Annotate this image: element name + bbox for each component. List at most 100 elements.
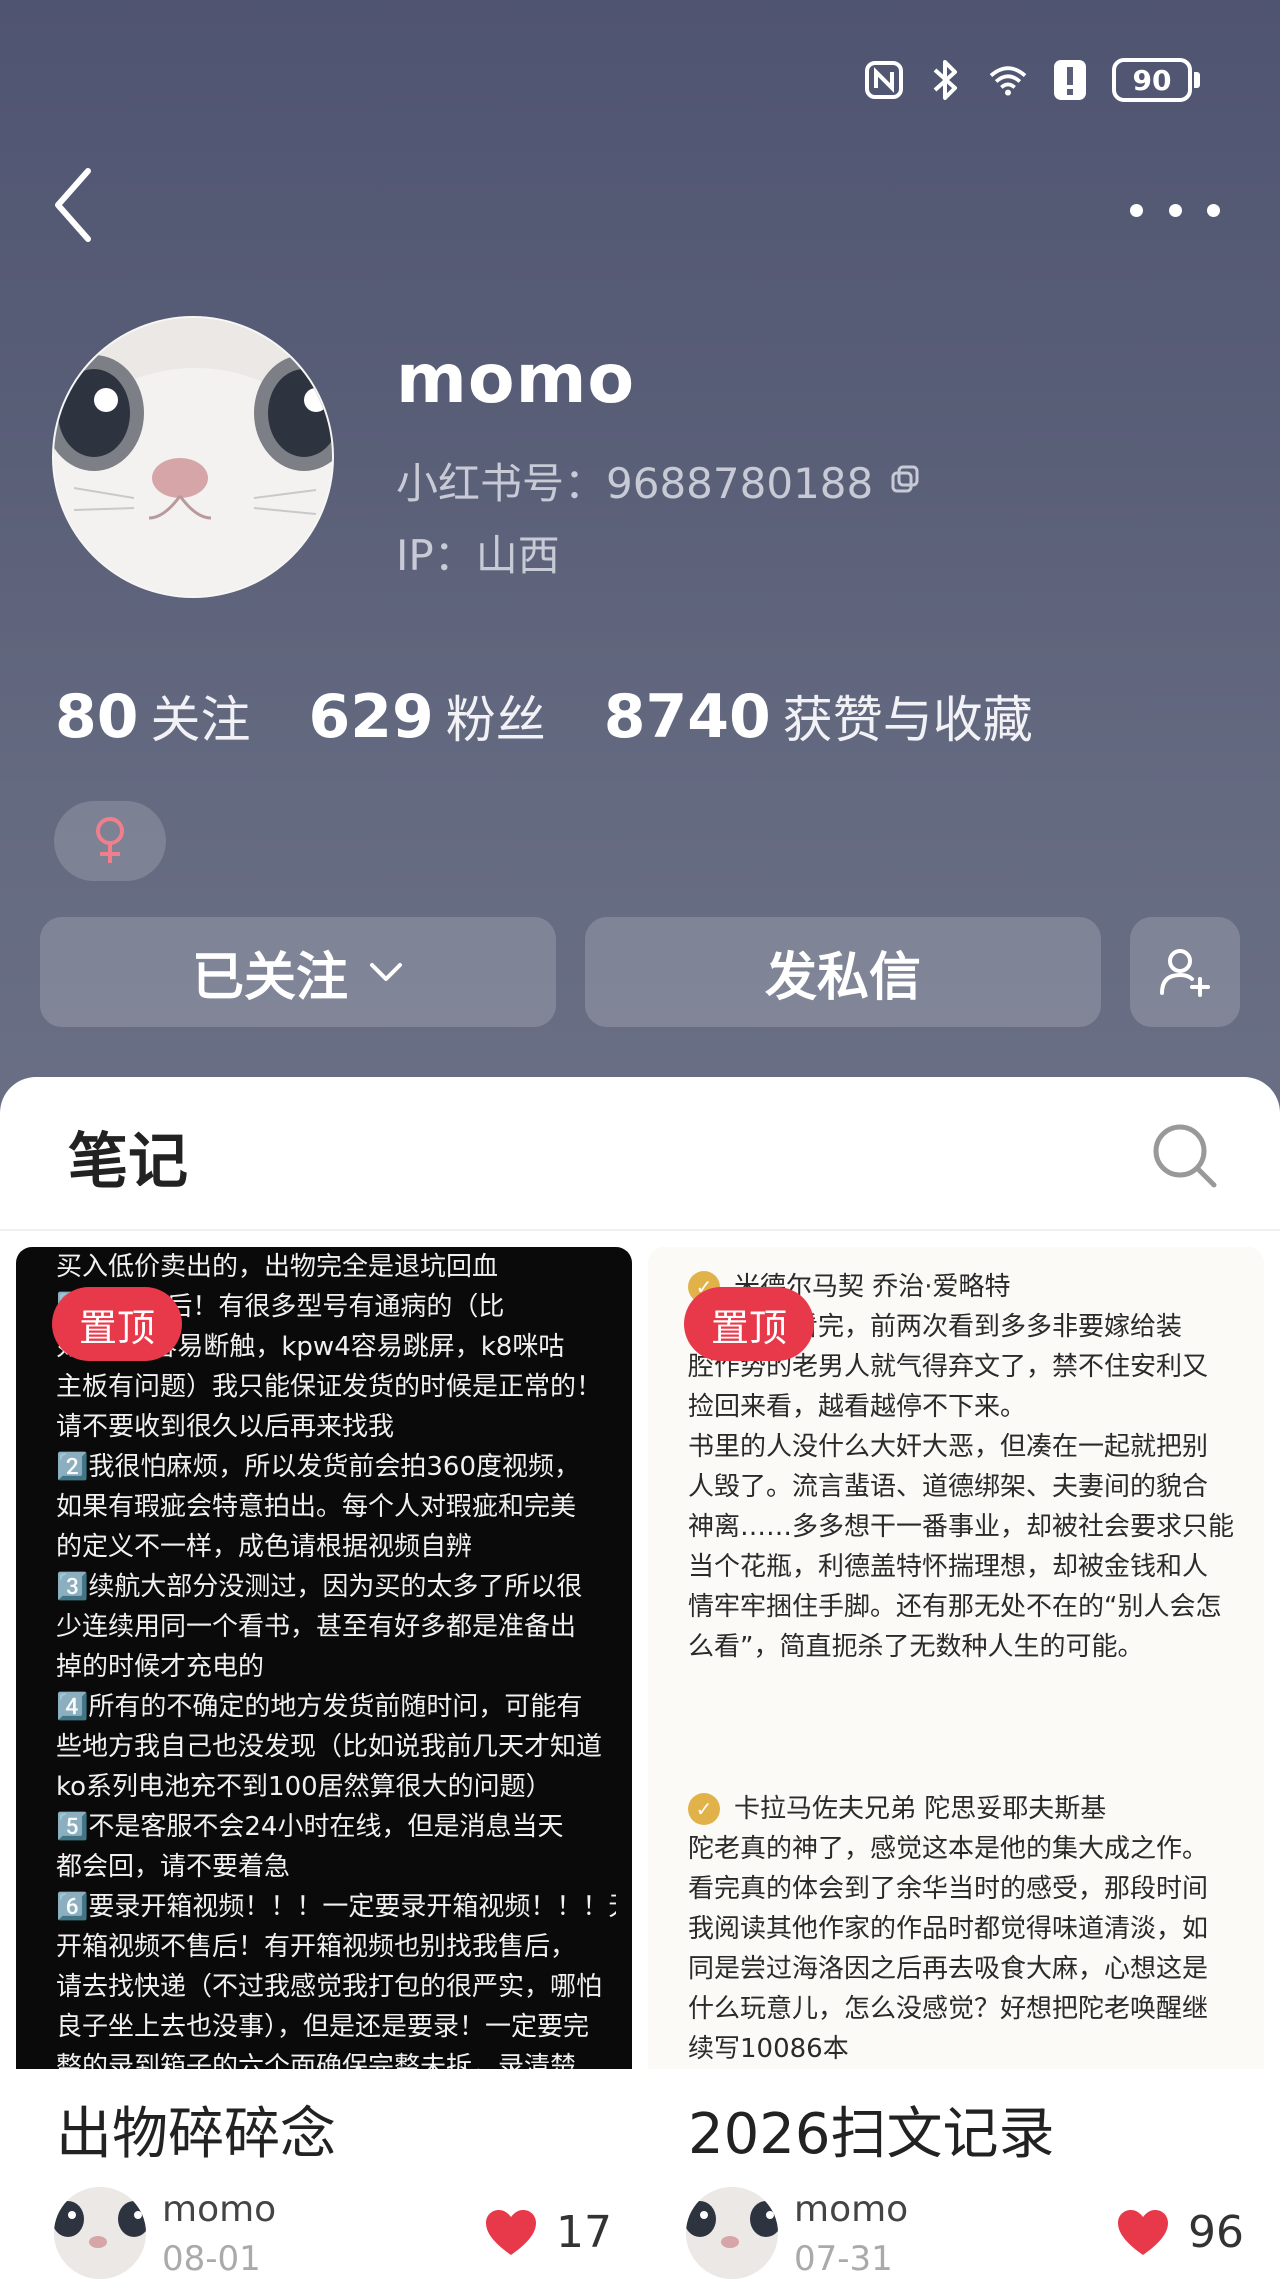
back-button[interactable] <box>50 165 110 245</box>
note-title: 2026扫文记录 <box>688 2102 1055 2167</box>
cover-text-line: 看完真的体会到了余华当时的感受，那段时间 <box>688 1874 1209 1904</box>
ip-location-row: IP：山西 <box>396 522 560 583</box>
cover-text-line: 续写10086本 <box>688 2034 849 2064</box>
cover-text-line: 主板有问题）我只能保证发货的时候是正常的！ <box>56 1372 603 1402</box>
note-date: 08-01 <box>162 2239 261 2279</box>
author-name: momo <box>162 2189 277 2230</box>
cover-text-line: 些地方我自己也没发现（比如说我前几天才知道 <box>56 1732 603 1762</box>
ip-label: IP： <box>396 531 476 580</box>
cover-text-line: 5️⃣不是客服不会24小时在线，但是消息当天 <box>56 1812 564 1842</box>
cover-text-line: 买入低价卖出的，出物完全是退坑回血 <box>56 1252 499 1282</box>
cover-text-line: 良子坐上去也没事），但是还是要录！一定要完 <box>56 2012 590 2042</box>
cover-text-line: 都会回，请不要着急 <box>56 1852 291 1882</box>
stat-following[interactable]: 80 关注 <box>55 680 251 752</box>
pinned-badge: 置顶 <box>52 1287 182 1361</box>
cover-text-line: 整的录到箱子的六个面确保完整未拆，录清楚 <box>56 2052 577 2069</box>
notes-sheet: 笔记 买入低价卖出的，出物完全是退坑回血 1️⃣不无售后！有很多型号有通病的（比如… <box>0 1077 1280 2284</box>
heart-icon <box>486 2209 536 2255</box>
redbook-id-label: 小红书号： <box>396 459 607 508</box>
like-count: 17 <box>556 2207 612 2258</box>
chevron-down-icon <box>370 963 402 981</box>
bluetooth-icon <box>926 60 966 100</box>
stat-followers[interactable]: 629 粉丝 <box>309 680 546 752</box>
note-card[interactable]: 买入低价卖出的，出物完全是退坑回血 1️⃣不无售后！有很多型号有通病的（比 如kpw… <box>16 1247 632 2284</box>
like-button[interactable]: 17 <box>484 2207 612 2258</box>
like-count: 96 <box>1188 2207 1244 2258</box>
battery-level: 90 <box>1112 58 1192 102</box>
note-card[interactable]: ✓ 米德尔马契 乔治·爱略特 第三次才看完，前两次看到多多非要嫁给装 腔作势的老男… <box>648 1247 1264 2284</box>
followers-count: 629 <box>308 682 434 752</box>
profile-username: momo <box>396 340 636 419</box>
cover-text-line: 人毁了。流言蜚语、道德绑架、夫妻间的貌合 <box>688 1472 1209 1502</box>
alert-icon <box>1050 60 1090 100</box>
cover-text-line: 情牢牢捆住手脚。还有那无处不在的“别人会怎 <box>688 1592 1222 1622</box>
more-dot-icon <box>1168 203 1182 217</box>
redbook-id-value: 9688780188 <box>606 459 874 508</box>
send-message-label: 发私信 <box>764 947 921 1008</box>
author-avatar[interactable] <box>686 2187 778 2279</box>
note-author-row: momo 08-01 17 <box>40 2187 620 2284</box>
note-cover[interactable]: 买入低价卖出的，出物完全是退坑回血 1️⃣不无售后！有很多型号有通病的（比 如kpw… <box>16 1247 632 2069</box>
following-label: 关注 <box>150 691 251 749</box>
following-button[interactable]: 已关注 <box>40 917 556 1027</box>
status-bar: 90 <box>864 50 1200 110</box>
cover-text-line: 4️⃣所有的不确定的地方发货前随时问，可能有 <box>56 1692 583 1722</box>
note-author-row: momo 07-31 96 <box>672 2187 1252 2284</box>
likes-collects-count: 8740 <box>603 682 771 752</box>
likes-collects-label: 获赞与收藏 <box>782 691 1033 749</box>
more-options-button[interactable] <box>1130 190 1220 230</box>
cover-text-line: ko系列电池充不到100居然算很大的问题） <box>56 1772 552 1802</box>
female-icon <box>96 817 124 863</box>
cover-text-line: 陀老真的神了，感觉这本是他的集大成之作。 <box>688 1834 1209 1864</box>
cover-text-line: 书里的人没什么大奸大恶，但凑在一起就把别 <box>688 1432 1209 1462</box>
cover-text-line: 3️⃣续航大部分没测过，因为买的太多了所以很 <box>56 1572 583 1602</box>
cover-text-line: 神离……多多想干一番事业，却被社会要求只能 <box>688 1512 1235 1542</box>
author-name: momo <box>794 2189 909 2230</box>
following-count: 80 <box>55 682 139 752</box>
cover-text-line: 6️⃣要录开箱视频！！！一定要录开箱视频！！！无 <box>56 1892 616 1922</box>
like-button[interactable]: 96 <box>1116 2207 1244 2258</box>
cover-text-line: 请去找快递（不过我感觉我打包的很严实，哪怕 <box>56 1972 603 2002</box>
search-icon <box>1153 1124 1217 1188</box>
profile-stats: 80 关注 629 粉丝 8740 获赞与收藏 <box>55 680 1033 752</box>
search-button[interactable] <box>1150 1121 1220 1191</box>
send-message-button[interactable]: 发私信 <box>585 917 1101 1027</box>
heart-icon <box>1118 2209 1168 2255</box>
add-friend-button[interactable] <box>1130 917 1240 1027</box>
redbook-id-row: 小红书号：9688780188 <box>396 450 921 511</box>
following-button-label: 已关注 <box>191 947 348 1008</box>
author-avatar[interactable] <box>54 2187 146 2279</box>
chevron-left-icon <box>55 168 91 242</box>
cover-text-line: 的定义不一样，成色请根据视频自辨 <box>56 1532 473 1562</box>
add-user-icon <box>1160 949 1210 997</box>
wifi-icon <box>988 60 1028 100</box>
notes-tab[interactable]: 笔记 <box>68 1113 188 1200</box>
note-date: 07-31 <box>794 2239 893 2279</box>
battery-indicator: 90 <box>1112 58 1200 102</box>
note-cover[interactable]: ✓ 米德尔马契 乔治·爱略特 第三次才看完，前两次看到多多非要嫁给装 腔作势的老男… <box>648 1247 1264 2069</box>
profile-actions: 已关注 发私信 <box>40 917 1240 1027</box>
stat-likes-collects[interactable]: 8740 获赞与收藏 <box>604 680 1033 752</box>
cover-text-line: 掉的时候才充电的 <box>56 1652 265 1682</box>
cover-text-line: 捡回来看，越看越停不下来。 <box>688 1392 1027 1422</box>
cover-text-line: 2️⃣我很怕麻烦，所以发货前会拍360度视频， <box>56 1452 580 1482</box>
gender-badge <box>54 801 166 881</box>
followers-label: 粉丝 <box>445 691 546 749</box>
book-title: 卡拉马佐夫兄弟 陀思妥耶夫斯基 <box>734 1794 1107 1824</box>
nfc-icon <box>864 60 904 100</box>
cover-text-line: 当个花瓶，利德盖特怀揣理想，却被金钱和人 <box>688 1552 1209 1582</box>
copy-icon[interactable] <box>889 456 921 505</box>
cover-text-line: 同是尝过海洛因之后再去吸食大麻，心想这是 <box>688 1954 1209 1984</box>
check-icon: ✓ <box>688 1793 720 1825</box>
cover-text-line: 什么玩意儿，怎么没感觉？好想把陀老唤醒继 <box>688 1994 1209 2024</box>
notes-header: 笔记 <box>0 1077 1280 1231</box>
cover-text-line: 我阅读其他作家的作品时都觉得味道清淡，如 <box>688 1914 1209 1944</box>
cover-text-line: 请不要收到很久以后再来找我 <box>56 1412 395 1442</box>
cover-text-line: 开箱视频不售后！有开箱视频也别找我售后， <box>56 1932 577 1962</box>
more-dot-icon <box>1130 203 1143 217</box>
ip-location: 山西 <box>475 531 560 580</box>
cover-text-line: 么看”，简直扼杀了无数种人生的可能。 <box>688 1632 1144 1662</box>
profile-avatar[interactable] <box>52 316 334 598</box>
note-cover-text: 买入低价卖出的，出物完全是退坑回血 1️⃣不无售后！有很多型号有通病的（比 如kpw… <box>56 1247 616 2069</box>
note-cover-text: ✓ 米德尔马契 乔治·爱略特 第三次才看完，前两次看到多多非要嫁给装 腔作势的老男… <box>688 1247 1248 2069</box>
